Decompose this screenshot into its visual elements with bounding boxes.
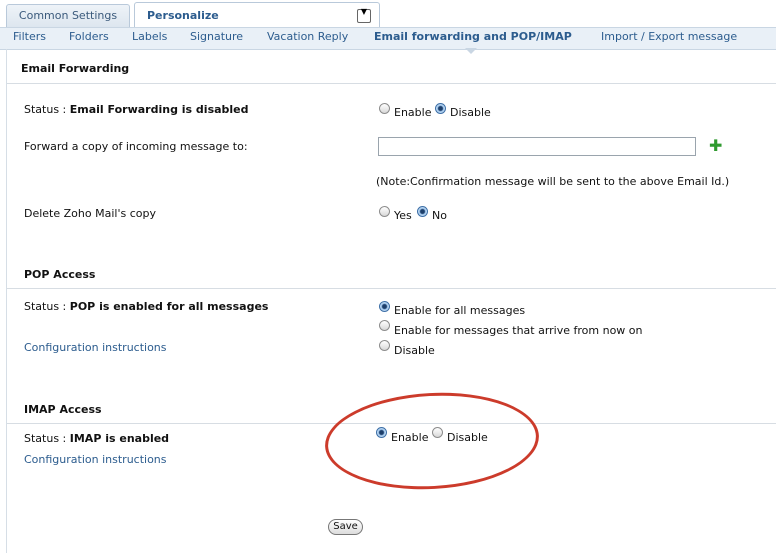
delete-copy-no-radio[interactable] [417, 206, 428, 217]
subnav-vacation-reply[interactable]: Vacation Reply [267, 30, 348, 43]
subnav-labels[interactable]: Labels [132, 30, 167, 43]
pop-access-heading: POP Access [24, 268, 96, 281]
delete-copy-yes-label: Yes [394, 209, 412, 222]
subnav-folders[interactable]: Folders [69, 30, 109, 43]
forward-to-label: Forward a copy of incoming message to: [24, 140, 248, 153]
delete-copy-yes-radio[interactable] [379, 206, 390, 217]
subnav-filters[interactable]: Filters [13, 30, 46, 43]
pop-configuration-link[interactable]: Configuration instructions [24, 341, 167, 354]
imap-configuration-link[interactable]: Configuration instructions [24, 453, 167, 466]
imap-access-heading: IMAP Access [24, 403, 102, 416]
forwarding-disable-label: Disable [450, 106, 491, 119]
plus-icon[interactable]: ✚ [709, 138, 722, 154]
tab-personalize[interactable]: Personalize ▼ [134, 2, 380, 28]
chevron-down-icon[interactable]: ▼ [357, 7, 371, 23]
status-prefix: Status : [24, 432, 70, 445]
forwarding-note: (Note:Confirmation message will be sent … [376, 175, 730, 188]
pop-enable-from-now-radio[interactable] [379, 320, 390, 331]
forwarding-status-text: Email Forwarding is disabled [69, 103, 249, 116]
divider [7, 83, 776, 84]
pop-enable-from-now-label: Enable for messages that arrive from now… [394, 324, 643, 337]
save-button[interactable]: Save [328, 519, 363, 535]
pop-disable-radio[interactable] [379, 340, 390, 351]
status-prefix: Status : [24, 300, 70, 313]
email-forwarding-heading: Email Forwarding [21, 62, 130, 75]
forwarding-status: Status : Email Forwarding is disabled [24, 103, 249, 116]
pop-enable-all-label: Enable for all messages [394, 304, 526, 317]
pop-enable-all-radio[interactable] [379, 301, 390, 312]
forwarding-enable-radio[interactable] [379, 103, 390, 114]
subnav-signature[interactable]: Signature [190, 30, 243, 43]
imap-status: Status : IMAP is enabled [24, 432, 169, 445]
subnav-email-forwarding-pop-imap[interactable]: Email forwarding and POP/IMAP [374, 30, 572, 43]
delete-copy-no-label: No [432, 209, 447, 222]
divider [7, 288, 776, 289]
imap-status-text: IMAP is enabled [69, 432, 170, 445]
subnav-import-export[interactable]: Import / Export message [601, 30, 737, 43]
forwarding-disable-radio[interactable] [435, 103, 446, 114]
status-prefix: Status : [24, 103, 70, 116]
tab-common-settings[interactable]: Common Settings [6, 4, 130, 27]
forwarding-enable-label: Enable [394, 106, 432, 119]
forward-email-input[interactable] [378, 137, 696, 156]
tab-personalize-label: Personalize [147, 9, 219, 22]
pop-disable-label: Disable [394, 344, 435, 357]
pop-status-text: POP is enabled for all messages [69, 300, 269, 313]
pop-status: Status : POP is enabled for all messages [24, 300, 268, 313]
delete-copy-label: Delete Zoho Mail's copy [24, 207, 156, 220]
